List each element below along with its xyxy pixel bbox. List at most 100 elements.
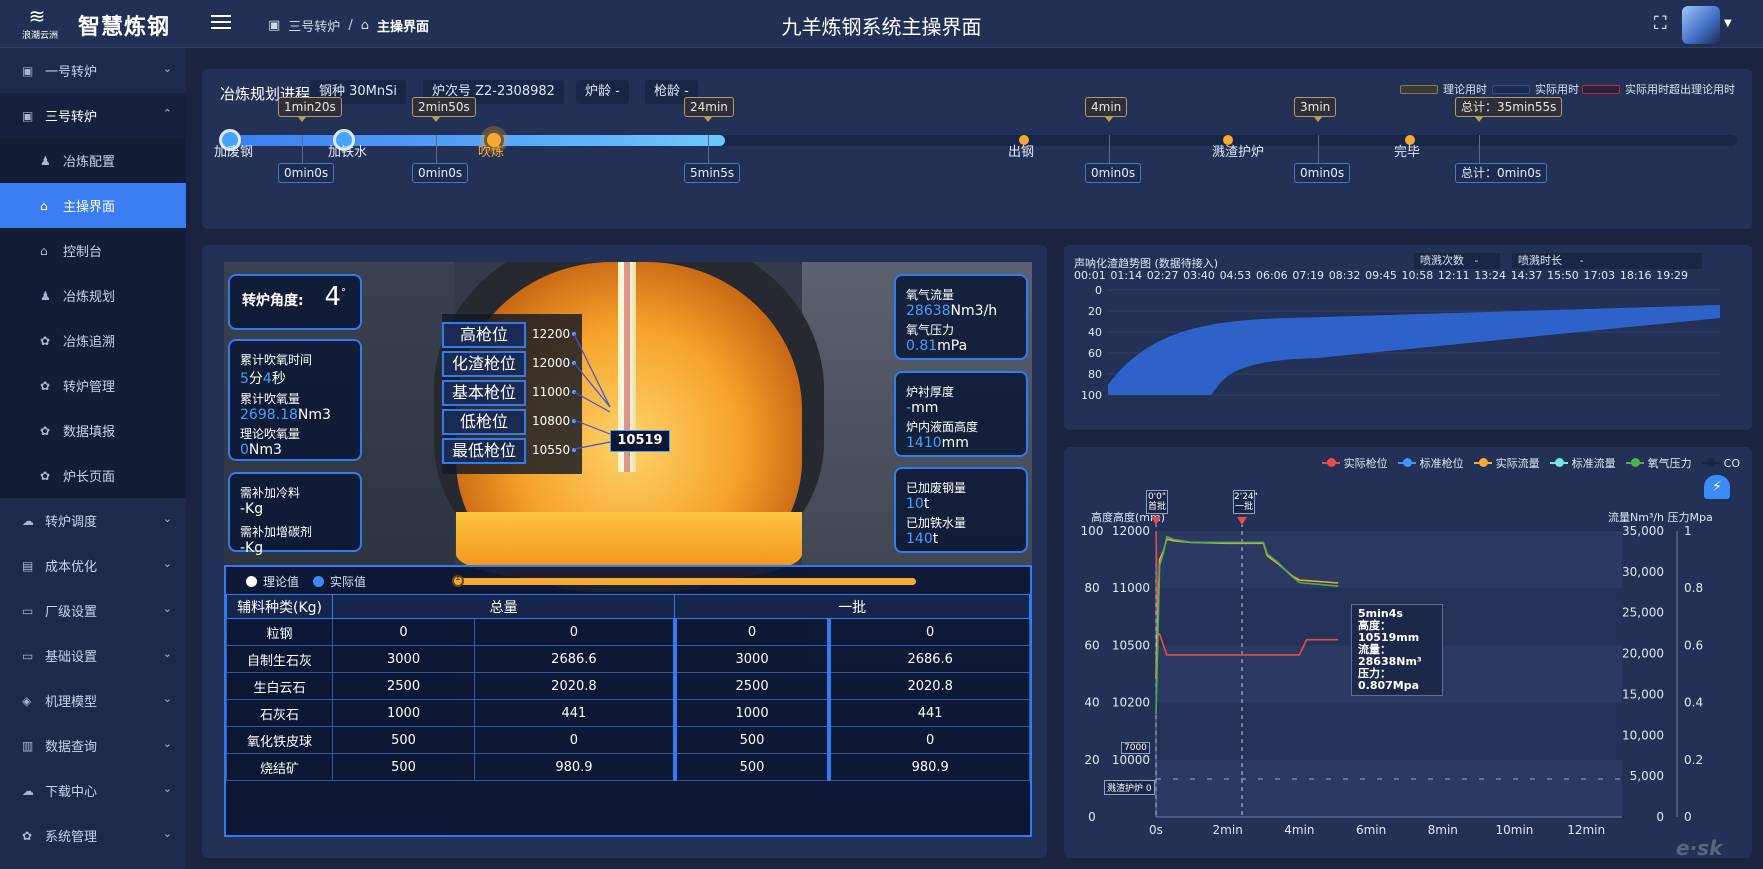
cell-t2: 0	[474, 618, 677, 646]
tooltip-flow: 流量：28638Nm³	[1358, 643, 1422, 668]
breadcrumb-furnace-icon: ▣	[268, 18, 281, 33]
actual-dot-icon	[313, 576, 325, 587]
lance-current-readout: 10519	[610, 430, 670, 452]
slag-area	[1108, 305, 1720, 395]
avatar[interactable]	[1682, 6, 1720, 44]
y-left-mm-tick: 10500	[1112, 638, 1150, 652]
breadcrumb: ▣ 三号转炉 / ⌂ 主操界面	[268, 16, 429, 35]
table-row: 石灰石 1000 441 1000 441	[226, 699, 1031, 727]
cell-b1: 3000	[674, 645, 832, 673]
cell-b2: 0	[828, 618, 1031, 646]
batch-slider-handle[interactable]: 1	[452, 573, 464, 587]
cell-t2: 980.9	[474, 753, 677, 781]
monitor-icon: ▭	[22, 603, 34, 618]
y-right-flow-tick: 25,000	[1622, 606, 1664, 620]
table-row: 烧结矿 500 980.9 500 980.9	[226, 753, 1031, 781]
step-label: 出钢	[1008, 145, 1035, 160]
menu-toggle-icon[interactable]	[211, 15, 231, 31]
pointer-triangle-icon	[1105, 117, 1113, 122]
theory-time-tag: 4min	[1085, 97, 1128, 117]
sidebar-item-1[interactable]: ▣ 三号转炉 ⌃	[0, 93, 186, 138]
cell-t1: 500	[331, 726, 476, 754]
y-right-flow-tick: 35,000	[1622, 524, 1664, 538]
sidebar-item-4[interactable]: ⌂ 控制台	[0, 228, 186, 273]
chevron-up-icon: ⌃	[162, 107, 172, 120]
home-icon: ⌂	[40, 198, 48, 213]
cell-b2: 0	[828, 726, 1031, 754]
slag-trend-chart: 0 20 40 60 80 100	[1081, 284, 1720, 402]
sidebar-item-16[interactable]: ☁ 下载中心 ⌄	[0, 768, 186, 813]
pointer-triangle-icon	[704, 117, 712, 122]
x-tick: 4min	[1284, 823, 1314, 837]
cell-b2: 2020.8	[828, 672, 1031, 700]
pointer-triangle-icon	[1475, 117, 1483, 122]
y-left-pct-tick: 0	[1088, 810, 1096, 824]
sidebar-item-9[interactable]: ✿ 炉长页面	[0, 453, 186, 498]
y-left-mm-tick: 10200	[1112, 696, 1150, 710]
sidebar-item-3[interactable]: ⌂ 主操界面	[0, 183, 186, 228]
sidebar-item-label: 一号转炉	[45, 65, 98, 80]
actual-time-tag: 5min5s	[684, 163, 741, 183]
x-tick: 8min	[1428, 823, 1458, 837]
theory-time-tag: 3min	[1294, 97, 1337, 117]
sidebar-item-label: 机理模型	[45, 695, 98, 710]
brand-name: 智慧炼钢	[78, 15, 171, 40]
cell-name: 氧化铁皮球	[226, 726, 333, 754]
x-tick: 10min	[1496, 823, 1534, 837]
chart-tooltip: 5min4s 高度：10519mm 流量：28638Nm³ 压力：0.807Mp…	[1351, 604, 1443, 696]
sidebar-item-2[interactable]: ♟ 冶炼配置	[0, 138, 186, 183]
sidebar-item-8[interactable]: ✿ 数据填报	[0, 408, 186, 453]
step-label: 加废钢	[214, 145, 254, 160]
sidebar-item-6[interactable]: ✿ 冶炼追溯	[0, 318, 186, 363]
sidebar-item-7[interactable]: ✿ 转炉管理	[0, 363, 186, 408]
sidebar-item-0[interactable]: ▣ 一号转炉 ⌄	[0, 48, 186, 93]
y-right-flow-tick: 5,000	[1630, 769, 1664, 783]
col-header-batch: 一批	[674, 594, 1030, 619]
gear-icon: ✿	[40, 378, 51, 393]
step-label: 吹炼	[478, 145, 505, 160]
actual-time-tag: 0min0s	[278, 163, 335, 183]
step-label: 完毕	[1394, 145, 1421, 160]
sidebar-item-label: 炉长页面	[63, 470, 116, 485]
sidebar-item-label: 冶炼规划	[63, 290, 116, 305]
home-icon: ⌂	[40, 243, 48, 258]
tooltip-pressure: 压力：0.807Mpa	[1358, 667, 1420, 692]
slag-y-tick: 40	[1088, 326, 1102, 339]
marker-batch-one: 2'24" 一批	[1233, 490, 1258, 514]
legend-theory-label: 理论值	[263, 575, 300, 589]
sidebar-item-label: 下载中心	[45, 785, 98, 800]
breadcrumb-item-parent[interactable]: 三号转炉	[288, 16, 340, 35]
batch-slider-track[interactable]	[456, 578, 916, 585]
cell-b2: 980.9	[828, 753, 1031, 781]
sidebar-item-17[interactable]: ✿ 系统管理 ⌄	[0, 813, 186, 858]
chart-icon: ▥	[22, 738, 34, 753]
sidebar-item-10[interactable]: ☁ 转炉调度 ⌄	[0, 498, 186, 543]
col-header-material: 辅料种类(Kg)	[226, 594, 333, 619]
theory-time-tag: 总计：35min55s	[1455, 97, 1563, 117]
sidebar-item-12[interactable]: ▭ 厂级设置 ⌄	[0, 588, 186, 633]
sidebar-item-13[interactable]: ▭ 基础设置 ⌄	[0, 633, 186, 678]
sidebar-item-label: 主操界面	[63, 200, 116, 215]
chevron-down-icon: ⌄	[162, 692, 172, 705]
cell-b2: 2686.6	[828, 645, 1031, 673]
sidebar-item-15[interactable]: ▥ 数据查询 ⌄	[0, 723, 186, 768]
materials-legend: 理论值 实际值	[246, 573, 366, 590]
y-right-pressure-tick: 0	[1684, 810, 1692, 824]
cell-name: 石灰石	[226, 699, 333, 727]
breadcrumb-separator: /	[348, 18, 353, 33]
chevron-down-icon: ⌄	[162, 647, 172, 660]
sidebar-item-14[interactable]: ◈ 机理模型 ⌄	[0, 678, 186, 723]
sidebar-item-label: 数据填报	[63, 425, 116, 440]
sidebar-item-11[interactable]: ▤ 成本优化 ⌄	[0, 543, 186, 588]
actual-tick-line	[1109, 135, 1110, 163]
monitor-icon: ▭	[22, 648, 34, 663]
sidebar-item-5[interactable]: ♟ 冶炼规划	[0, 273, 186, 318]
theory-time-tag: 24min	[684, 97, 734, 117]
caret-down-icon[interactable]: ▼	[1724, 18, 1732, 29]
slag-y-tick: 0	[1095, 284, 1102, 297]
tag-slag-splashing: 溅渣护炉 0	[1104, 780, 1155, 795]
users-icon: ♟	[40, 153, 51, 168]
fullscreen-icon[interactable]: ⛶	[1654, 13, 1672, 34]
sidebar-item-label: 基础设置	[45, 650, 98, 665]
progress-track	[227, 135, 1737, 146]
